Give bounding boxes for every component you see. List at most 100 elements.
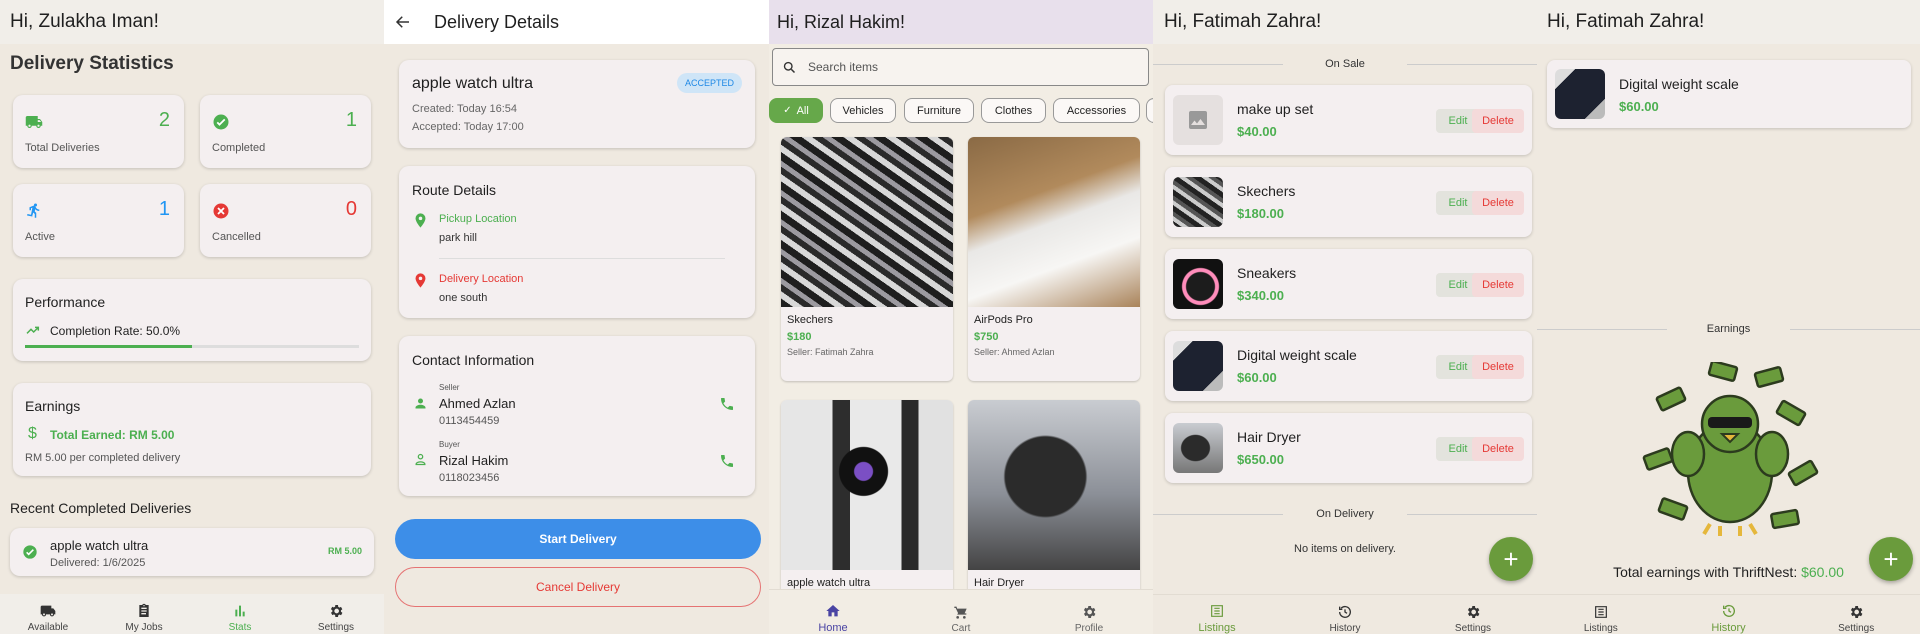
delete-button[interactable]: Delete (1472, 273, 1524, 297)
listing-price: $60.00 (1237, 370, 1277, 385)
listing-item[interactable]: Digital weight scale $60.00 Edit Delete (1165, 331, 1532, 401)
nav-my-jobs[interactable]: My Jobs (96, 603, 192, 633)
listing-name: Sneakers (1237, 265, 1297, 281)
nav-settings[interactable]: Settings (1792, 604, 1920, 634)
stats-screen: Hi, Zulakha Iman! Delivery Statistics 2 … (0, 0, 384, 634)
created-time: Created: Today 16:54 (412, 103, 517, 115)
nav-profile[interactable]: Profile (1025, 604, 1153, 634)
start-delivery-button[interactable]: Start Delivery (395, 519, 761, 559)
chip-furniture[interactable]: Furniture (904, 98, 974, 123)
chip-vehicles[interactable]: Vehicles (830, 98, 896, 123)
nav-stats[interactable]: Stats (192, 603, 288, 633)
cancel-delivery-button[interactable]: Cancel Delivery (395, 567, 761, 607)
performance-title: Performance (25, 294, 106, 310)
on-sale-section-header: On Sale (1153, 58, 1537, 70)
nav-history[interactable]: History (1665, 603, 1793, 634)
seller-listings-screen: Hi, Fatimah Zahra! On Sale make up set $… (1153, 0, 1537, 634)
listing-price: $180.00 (1237, 206, 1284, 221)
delete-button[interactable]: Delete (1472, 191, 1524, 215)
bottom-nav: Listings History Settings (1153, 594, 1537, 634)
nav-settings[interactable]: Settings (1409, 604, 1537, 634)
completion-progress-fill (25, 345, 192, 348)
nav-label: Listings (1583, 623, 1618, 634)
product-card[interactable]: apple watch ultra (781, 400, 953, 600)
chip-label: Furniture (916, 104, 962, 117)
chip-more[interactable] (1146, 98, 1153, 123)
nav-settings[interactable]: Settings (288, 603, 384, 633)
product-card[interactable]: Skechers $180 Seller: Fatimah Zahra (781, 137, 953, 381)
buyer-phone: 0118023456 (439, 472, 500, 484)
listing-name: make up set (1237, 101, 1314, 117)
total-earnings-label: Total earnings with ThriftNest: (1613, 564, 1798, 580)
nav-listings[interactable]: Listings (1537, 604, 1665, 634)
nav-label: Listings (1198, 622, 1236, 634)
seller-name: Ahmed Azlan (439, 396, 516, 411)
nav-label: Settings (1454, 623, 1492, 634)
product-price: $750 (974, 331, 999, 343)
listing-item[interactable]: make up set $40.00 Edit Delete (1165, 85, 1532, 155)
product-title: Skechers (787, 314, 833, 326)
chip-accessories[interactable]: Accessories (1053, 98, 1140, 123)
nav-label: Settings (317, 622, 355, 633)
product-card[interactable]: Hair Dryer (968, 400, 1140, 600)
nav-available[interactable]: Available (0, 603, 96, 633)
delete-button[interactable]: Delete (1472, 437, 1524, 461)
phone-icon[interactable] (719, 396, 735, 412)
check-icon: ✓ (783, 105, 792, 116)
sold-item-price: $60.00 (1619, 99, 1659, 114)
nav-label: Settings (1838, 623, 1875, 634)
delete-button[interactable]: Delete (1472, 355, 1524, 379)
stat-label: Cancelled (212, 231, 261, 243)
nav-label: Available (27, 622, 69, 633)
nav-home[interactable]: Home (769, 603, 897, 634)
product-image-hair-dryer (968, 400, 1140, 570)
add-listing-fab[interactable]: + (1489, 537, 1533, 581)
chip-clothes[interactable]: Clothes (981, 98, 1046, 123)
dollar-icon: $ (28, 425, 37, 442)
search-bar[interactable]: Search items (772, 48, 1149, 86)
stat-total-deliveries: 2 Total Deliveries (13, 95, 184, 168)
stat-value: 1 (158, 198, 170, 220)
history-icon (1722, 604, 1735, 617)
delete-button[interactable]: Delete (1472, 109, 1524, 133)
recent-delivery-item[interactable]: apple watch ultra Delivered: 1/6/2025 RM… (10, 528, 374, 576)
product-seller: Seller: Ahmed Azlan (974, 347, 1055, 357)
chip-label: Accessories (1066, 104, 1127, 117)
listing-item[interactable]: Skechers $180.00 Edit Delete (1165, 167, 1532, 237)
nav-cart[interactable]: Cart (897, 604, 1025, 634)
home-icon (826, 605, 840, 617)
person-icon (415, 398, 426, 409)
person-outline-icon (415, 453, 426, 466)
delivery-label: Delivery Location (439, 273, 524, 285)
listing-name: Digital weight scale (1237, 347, 1357, 363)
sold-item-thumbnail (1555, 69, 1605, 119)
clipboard-icon (139, 603, 149, 617)
nav-history[interactable]: History (1281, 604, 1409, 634)
add-listing-fab[interactable]: + (1869, 537, 1913, 581)
listing-item[interactable]: Hair Dryer $650.00 Edit Delete (1165, 413, 1532, 483)
recent-item-date: Delivered: 1/6/2025 (50, 557, 146, 569)
nav-label: My Jobs (125, 622, 163, 633)
sold-item[interactable]: Digital weight scale $60.00 (1547, 60, 1911, 128)
contact-card: Contact Information Seller Ahmed Azlan 0… (399, 336, 755, 496)
total-earnings-value: $60.00 (1801, 564, 1844, 580)
buyer-role: Buyer (439, 440, 460, 449)
stat-active: 1 Active (13, 184, 184, 257)
nav-listings[interactable]: Listings (1153, 603, 1281, 634)
seller-role: Seller (439, 383, 460, 392)
product-card[interactable]: AirPods Pro $750 Seller: Ahmed Azlan (968, 137, 1140, 381)
listing-item[interactable]: Sneakers $340.00 Edit Delete (1165, 249, 1532, 319)
phone-icon[interactable] (719, 453, 735, 469)
truck-icon (40, 605, 56, 617)
bar-chart-icon (235, 605, 245, 617)
pickup-location: park hill (439, 232, 477, 244)
completion-rate-text: Completion Rate: 50.0% (50, 324, 181, 338)
listing-price: $40.00 (1237, 124, 1277, 139)
search-input[interactable]: Search items (808, 60, 878, 74)
chip-all[interactable]: ✓ All (769, 98, 823, 123)
stat-label: Total Deliveries (25, 142, 100, 154)
bottom-nav: Listings History Settings (1537, 594, 1920, 634)
product-title: apple watch ultra (787, 577, 871, 589)
search-icon (783, 61, 796, 74)
back-arrow-icon[interactable] (394, 13, 412, 31)
